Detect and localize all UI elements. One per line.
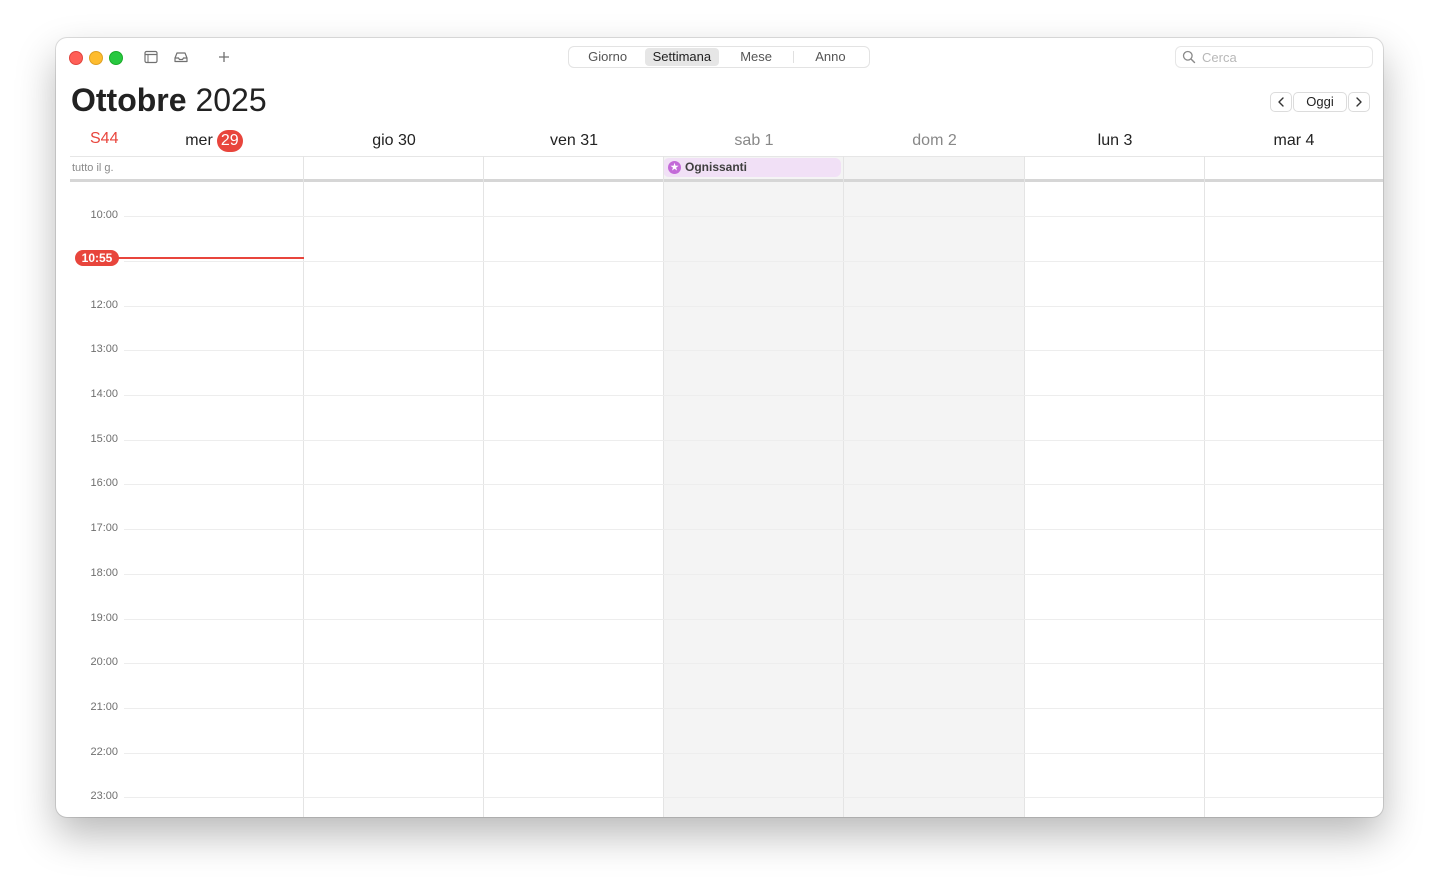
hour-line (124, 350, 1383, 351)
hour-label: 16:00 (90, 477, 118, 489)
hour-line (124, 529, 1383, 530)
close-window-button[interactable] (69, 51, 83, 65)
calendar-window: Giorno Settimana Mese Anno Ottobre 2025 … (56, 38, 1383, 817)
previous-week-button[interactable] (1270, 92, 1292, 112)
day-divider (663, 156, 664, 817)
hour-line (124, 619, 1383, 620)
tab-year[interactable]: Anno (794, 48, 867, 66)
hour-label: 19:00 (90, 612, 118, 624)
hour-label: 18:00 (90, 567, 118, 579)
day-header-weekend[interactable]: sab 1 (664, 130, 844, 152)
day-header-today[interactable]: mer 29 (124, 130, 304, 152)
chevron-left-icon (1278, 97, 1284, 107)
hour-line (124, 216, 1383, 217)
day-header[interactable]: mar 4 (1205, 130, 1383, 152)
day-header[interactable]: ven 31 (484, 130, 664, 152)
add-event-icon[interactable] (215, 48, 233, 66)
day-divider (843, 156, 844, 817)
day-header-weekend[interactable]: dom 2 (844, 130, 1025, 152)
all-day-event[interactable]: ★ Ognissanti (663, 158, 841, 177)
view-switcher: Giorno Settimana Mese Anno (568, 46, 870, 68)
weekend-shading (664, 156, 1025, 817)
page-title: Ottobre 2025 (71, 82, 267, 119)
tab-month[interactable]: Mese (720, 48, 793, 66)
search-field[interactable] (1175, 46, 1373, 68)
hour-line (124, 440, 1383, 441)
next-week-button[interactable] (1348, 92, 1370, 112)
hour-label: 13:00 (90, 343, 118, 355)
year-title: 2025 (195, 82, 267, 118)
day-header[interactable]: lun 3 (1025, 130, 1205, 152)
all-day-label: tutto il g. (72, 162, 114, 174)
day-name: mer (185, 132, 213, 149)
hour-label: 15:00 (90, 433, 118, 445)
today-date-badge: 29 (216, 130, 243, 152)
day-divider (483, 156, 484, 817)
hour-label: 17:00 (90, 522, 118, 534)
day-divider (303, 156, 304, 817)
current-time-line (118, 257, 304, 259)
search-icon (1182, 50, 1196, 69)
hour-line (124, 708, 1383, 709)
zoom-window-button[interactable] (109, 51, 123, 65)
hour-line (124, 484, 1383, 485)
day-divider (1204, 156, 1205, 817)
current-time-badge: 10:55 (75, 250, 119, 266)
hour-label: 21:00 (90, 701, 118, 713)
month-title: Ottobre (71, 82, 187, 118)
inbox-icon[interactable] (172, 48, 190, 66)
hour-label: 14:00 (90, 388, 118, 400)
tab-week[interactable]: Settimana (645, 48, 719, 66)
all-day-divider (70, 179, 1383, 182)
hour-line (124, 395, 1383, 396)
holiday-star-icon: ★ (668, 161, 681, 174)
hour-label: 12:00 (90, 299, 118, 311)
hour-line (124, 306, 1383, 307)
search-input[interactable] (1202, 49, 1362, 65)
divider (70, 156, 1383, 157)
hour-line (124, 663, 1383, 664)
hour-line (124, 574, 1383, 575)
chevron-right-icon (1356, 97, 1362, 107)
hour-label: 22:00 (90, 746, 118, 758)
hour-label: 10:00 (90, 209, 118, 221)
minimize-window-button[interactable] (89, 51, 103, 65)
today-button[interactable]: Oggi (1293, 92, 1347, 112)
hour-line (124, 797, 1383, 798)
day-header[interactable]: gio 30 (304, 130, 484, 152)
day-divider (1024, 156, 1025, 817)
calendar-list-icon[interactable] (142, 48, 160, 66)
hour-label: 20:00 (90, 656, 118, 668)
hour-label: 23:00 (90, 790, 118, 802)
hour-line (124, 753, 1383, 754)
event-title: Ognissanti (685, 160, 748, 174)
hour-line (124, 261, 1383, 262)
tab-day[interactable]: Giorno (571, 48, 644, 66)
week-number: S44 (90, 130, 119, 147)
